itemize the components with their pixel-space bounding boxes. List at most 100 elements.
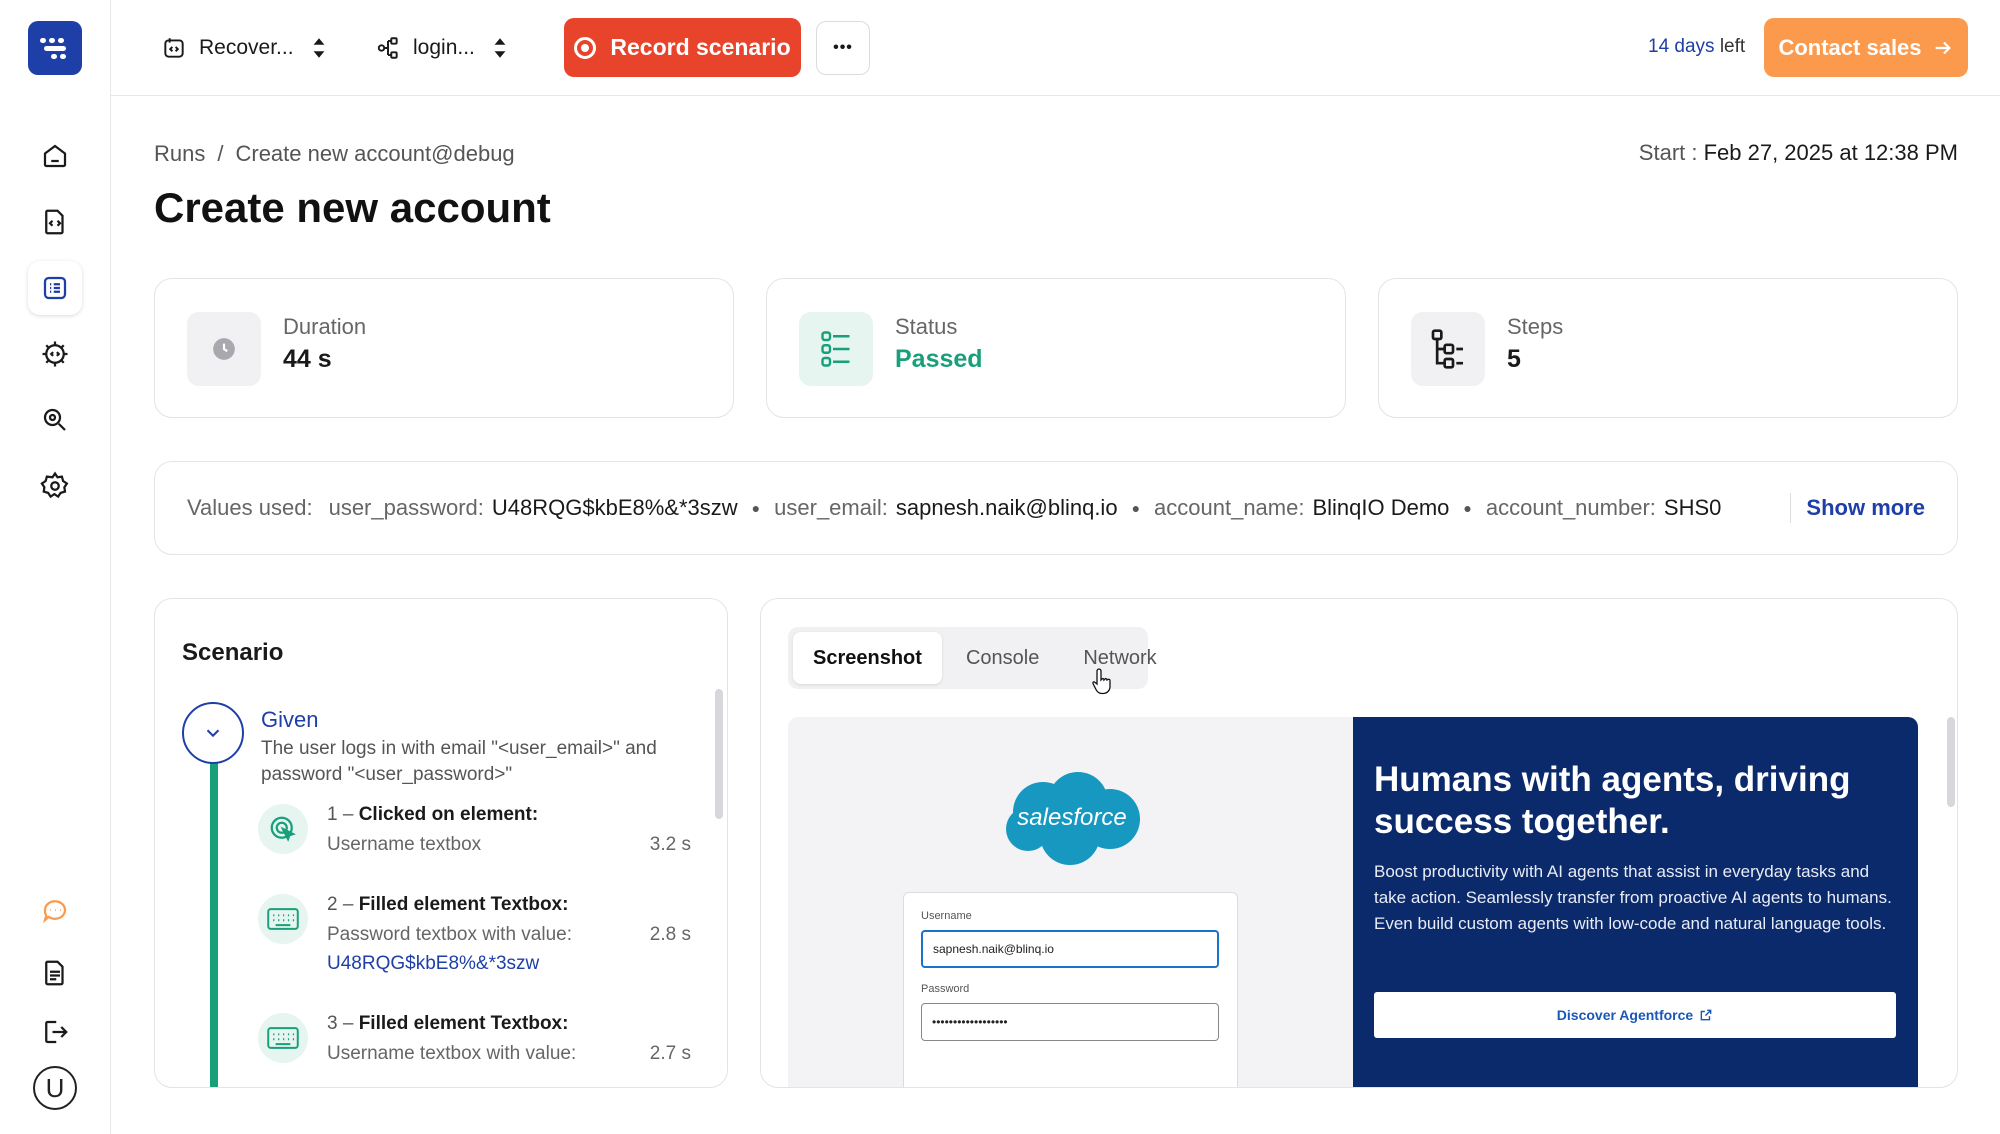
nav-docs[interactable] [28, 946, 82, 1000]
page-title: Create new account [154, 184, 551, 231]
steps-card: Steps 5 [1378, 278, 1958, 418]
breadcrumb-runs[interactable]: Runs [154, 141, 205, 167]
nav-search[interactable] [28, 393, 82, 447]
search-icon [43, 408, 66, 431]
chevron-down-icon [206, 729, 220, 738]
show-more-button[interactable]: Show more [1790, 462, 1957, 554]
hand-cursor-icon [1092, 668, 1111, 695]
code-file-icon [45, 209, 64, 235]
chat-icon [42, 900, 67, 924]
tab-console[interactable]: Console [946, 632, 1059, 684]
username-label: Username [921, 910, 972, 922]
flow-icon [377, 37, 398, 59]
value-key: user_email: [774, 495, 888, 520]
value-val: sapnesh.naik@blinq.io [895, 495, 1118, 520]
collapse-given-button[interactable] [182, 702, 244, 764]
status-icon [799, 312, 873, 386]
viewer-scrollbar[interactable] [1947, 717, 1955, 807]
more-icon: ••• [833, 39, 853, 56]
timeline-line [210, 749, 218, 1087]
status-card: Status Passed [766, 278, 1346, 418]
step-number: 2 – [327, 894, 359, 915]
step-action: Filled element Textbox: [358, 1013, 569, 1034]
screenshot-login-side: salesforce Username sapnesh.naik@blinq.i… [788, 717, 1353, 1087]
keyboard-icon [258, 1013, 308, 1063]
trial-remaining: 14 days left [1648, 36, 1745, 58]
nav-automation[interactable] [28, 327, 82, 381]
avatar[interactable]: U [33, 1066, 77, 1110]
step-action: Filled element Textbox: [358, 894, 569, 915]
trial-left: left [1714, 36, 1746, 57]
value-key: account_number: [1485, 495, 1656, 520]
flow-selector-label: login... [413, 36, 475, 59]
value-separator: ● [751, 500, 761, 516]
external-link-icon [1700, 1009, 1712, 1021]
more-options-button[interactable]: ••• [816, 21, 870, 75]
value-separator: ● [1463, 500, 1472, 516]
nav-chat[interactable] [28, 883, 82, 937]
arrow-right-icon [1935, 41, 1951, 54]
contact-sales-label: Contact sales [1778, 34, 1922, 60]
nav-settings[interactable] [28, 459, 82, 513]
flow-selector[interactable]: login... [375, 28, 513, 68]
nav-home[interactable] [28, 129, 82, 183]
nav-runs[interactable] [28, 261, 82, 315]
record-scenario-button[interactable]: Record scenario [564, 18, 801, 77]
scenario-title: Scenario [182, 639, 284, 666]
logout-icon [45, 1020, 68, 1044]
topbar: Recover... login... Record scenario ••• … [111, 0, 2000, 96]
sort-arrows-icon [313, 38, 324, 58]
step-time: 2.8 s [649, 924, 691, 945]
home-icon [43, 144, 67, 168]
status-label: Status [895, 314, 958, 339]
given-description: The user logs in with email "<user_email… [261, 738, 657, 785]
artifact-viewer: Screenshot Console Network salesforce Us… [760, 598, 1958, 1088]
project-selector-label: Recover... [199, 36, 294, 59]
values-used-bar: Values used: user_password: U48RQG$kbE8%… [154, 461, 1958, 555]
step-detail: Password textbox with value: [327, 924, 573, 945]
settings-icon [40, 471, 69, 499]
promo-title: Humans with agents, driving success toge… [1374, 760, 1851, 841]
svg-text:salesforce: salesforce [1017, 804, 1126, 831]
username-field: sapnesh.naik@blinq.io [921, 930, 1219, 968]
steps-icon [1411, 312, 1485, 386]
scenario-scrollbar[interactable] [715, 689, 723, 819]
value-key: user_password: [328, 495, 484, 520]
start-value: Feb 27, 2025 at 12:38 PM [1703, 140, 1958, 165]
value-val: BlinqIO Demo [1312, 495, 1450, 520]
breadcrumb: Runs / Create new account@debug [154, 141, 515, 167]
step-title: 1 – Clicked on element: [327, 804, 538, 826]
app-logo[interactable] [28, 21, 82, 75]
value-separator: ● [1131, 500, 1141, 516]
step-value[interactable]: U48RQG$kbE8%&*3szw [327, 953, 539, 974]
trial-days: 14 days [1648, 36, 1715, 57]
values-used-label: Values used: [187, 495, 313, 520]
value-val: SHS0 [1663, 495, 1722, 520]
step-value-link[interactable]: U48RQG$kbE8%&*3szw [327, 949, 607, 978]
screenshot-preview: salesforce Username sapnesh.naik@blinq.i… [788, 717, 1918, 1087]
record-icon [574, 36, 597, 59]
gear-code-icon [42, 341, 68, 367]
value-val: U48RQG$kbE8%&*3szw [491, 495, 738, 520]
start-time: Start : Feb 27, 2025 at 12:38 PM [1639, 140, 1958, 166]
password-label: Password [921, 983, 970, 995]
values-list: Values used: user_password: U48RQG$kbE8%… [187, 495, 1774, 521]
keyboard-icon [258, 894, 308, 944]
logo-icon [40, 38, 66, 59]
nav-logout[interactable] [28, 1005, 82, 1059]
screenshot-promo-side: Humans with agents, driving success toge… [1353, 717, 1918, 1087]
promo-text: Boost productivity with AI agents that a… [1374, 862, 1892, 933]
salesforce-logo: salesforce [1006, 772, 1140, 865]
docs-icon [45, 960, 64, 986]
project-selector[interactable]: Recover... [161, 28, 332, 68]
tab-screenshot[interactable]: Screenshot [793, 632, 942, 684]
duration-card: Duration 44 s [154, 278, 734, 418]
value-key: account_name: [1154, 495, 1305, 520]
tab-network[interactable]: Network [1063, 632, 1176, 684]
nav-scenarios[interactable] [28, 195, 82, 249]
status-value: Passed [895, 345, 983, 373]
clock-icon [187, 312, 261, 386]
step-number: 1 – [327, 804, 359, 825]
breadcrumb-separator: / [217, 141, 224, 166]
contact-sales-button[interactable]: Contact sales [1764, 18, 1968, 77]
